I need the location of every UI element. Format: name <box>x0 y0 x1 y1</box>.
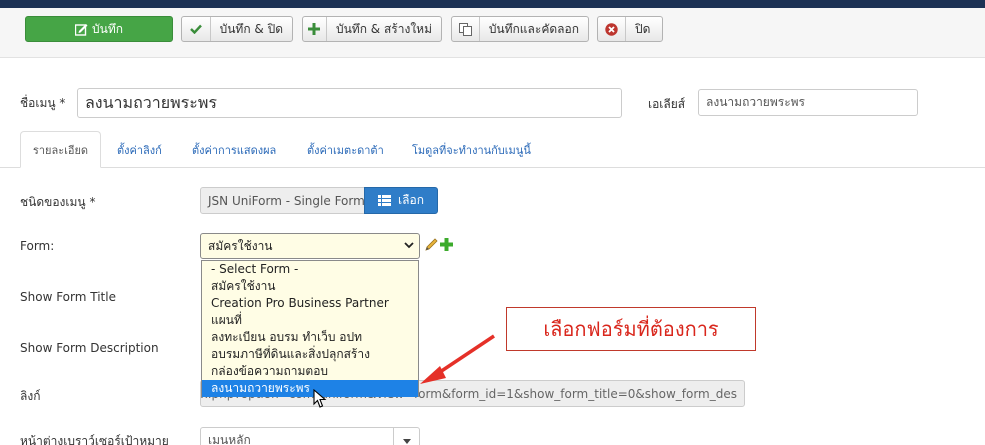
annotation-arrow-icon <box>420 334 495 384</box>
